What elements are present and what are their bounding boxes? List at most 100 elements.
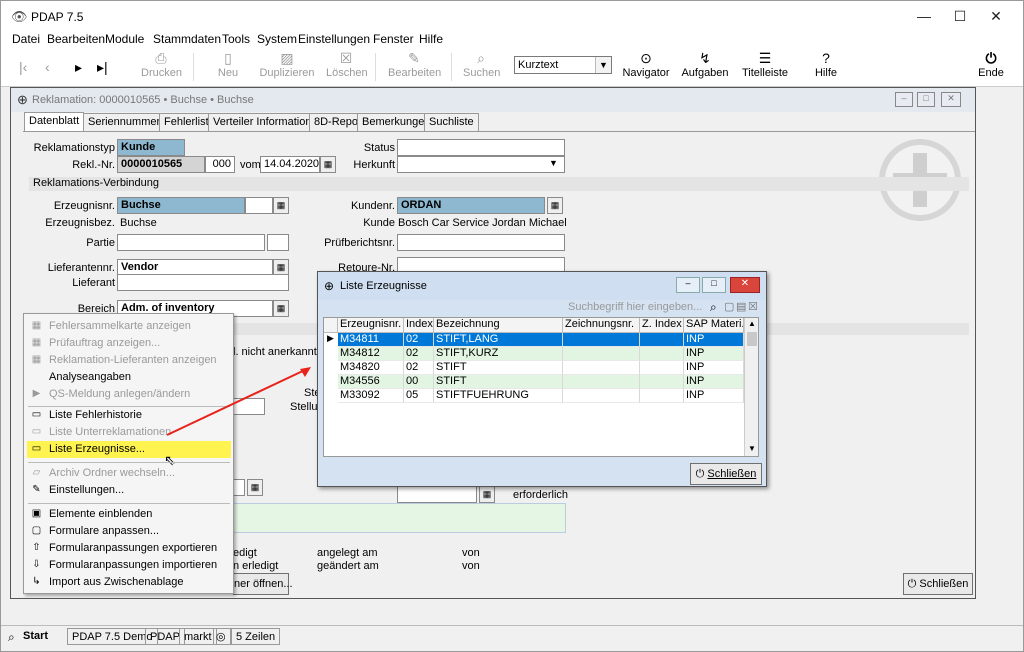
edit-button[interactable]: ✎ Bearbeiten bbox=[388, 49, 441, 79]
combo-lookup-icon[interactable]: ▦ bbox=[247, 479, 263, 496]
partie-extra-field[interactable] bbox=[267, 234, 289, 251]
menu-item-formulare-anpassen[interactable]: ▢ Formulare anpassen... bbox=[27, 523, 231, 540]
tab-datenblatt[interactable]: Datenblatt bbox=[24, 112, 85, 131]
col-z-index[interactable]: Z. Index bbox=[640, 318, 684, 333]
dialog-maximize-button[interactable]: □ bbox=[702, 277, 726, 293]
menu-item-import[interactable]: ⇩ Formularanpassungen importieren bbox=[27, 557, 231, 574]
first-record-button[interactable]: |‹ bbox=[19, 58, 27, 76]
minimize-button[interactable]: — bbox=[909, 5, 939, 27]
tab-suchliste[interactable]: Suchliste bbox=[424, 113, 479, 131]
kunde-lookup-icon[interactable]: ▦ bbox=[547, 197, 563, 214]
help-button[interactable]: ? Hilfe bbox=[813, 49, 839, 79]
exit-button[interactable]: ⏻ Ende bbox=[976, 49, 1006, 79]
menu-item-zwischenablage[interactable]: ↳ Import aus Zwischenablage bbox=[27, 574, 231, 591]
erzeugnisnr-index-field[interactable] bbox=[245, 197, 273, 214]
combo-field[interactable] bbox=[233, 479, 245, 496]
mdi-maximize-button[interactable]: □ bbox=[917, 92, 935, 107]
reklamationstyp-field[interactable]: Kunde bbox=[117, 139, 185, 156]
menu-item-archiv-ordner[interactable]: ▱ Archiv Ordner wechseln... bbox=[27, 465, 231, 482]
date-field[interactable]: 14.04.2020 bbox=[260, 156, 320, 173]
erzeugnis-lookup-icon[interactable]: ▦ bbox=[273, 197, 289, 214]
bottom-lookup-icon[interactable]: ▦ bbox=[479, 486, 495, 503]
start-button[interactable]: Start bbox=[23, 630, 48, 642]
duplicate-button[interactable]: ▨ Duplizieren bbox=[259, 49, 315, 79]
maximize-button[interactable]: ☐ bbox=[945, 5, 975, 27]
users-icon: ◎ bbox=[213, 628, 231, 645]
toolbar: |‹ ‹ ▸ ▸| ⎙ Drucken ▯ Neu ▨ Duplizieren ☒ Lö… bbox=[1, 47, 1023, 87]
current-row-indicator-icon: ▶ bbox=[327, 333, 334, 343]
copy-icon[interactable]: ▢ bbox=[724, 300, 734, 313]
col-erzeugnisnr[interactable]: Erzeugnisnr. bbox=[338, 318, 404, 333]
menu-tools[interactable]: Tools bbox=[222, 32, 250, 46]
reklnr-suffix-field[interactable]: 000 bbox=[205, 156, 235, 173]
scroll-down-icon[interactable]: ▼ bbox=[748, 444, 756, 453]
search-button[interactable]: ⌕ Suchen bbox=[463, 49, 500, 79]
table-row[interactable]: M33092 05 STIFTFUEHRUNG INP bbox=[338, 389, 744, 403]
table-row[interactable]: M34556 00 STIFT INP bbox=[338, 375, 744, 389]
bereich-lookup-icon[interactable]: ▦ bbox=[273, 300, 289, 317]
erzeugnisnr-field[interactable]: Buchse bbox=[117, 197, 245, 214]
dialog-close-action-button[interactable]: ⏻ Schließen bbox=[690, 463, 762, 485]
close-form-button[interactable]: ⏻ Schließen bbox=[903, 573, 973, 595]
status-rows: 5 Zeilen bbox=[231, 628, 281, 645]
menu-bearbeiten[interactable]: Bearbeiten bbox=[47, 32, 105, 46]
scroll-thumb[interactable] bbox=[747, 332, 757, 346]
last-record-button[interactable]: ▸| bbox=[97, 58, 108, 76]
scroll-up-icon[interactable]: ▲ bbox=[748, 319, 756, 328]
kundennr-field[interactable]: ORDAN bbox=[397, 197, 545, 214]
menu-datei[interactable]: Datei bbox=[12, 32, 40, 46]
menu-item-liste-erzeugnisse[interactable]: ▭ Liste Erzeugnisse... bbox=[27, 441, 231, 458]
menu-item-elemente-einblenden[interactable]: ▣ Elemente einblenden bbox=[27, 506, 231, 523]
open-folder-button[interactable]: ner öffnen... bbox=[233, 573, 293, 595]
menu-item-pruefauftrag[interactable]: ▦ Prüfauftrag anzeigen... bbox=[27, 335, 231, 352]
menu-system[interactable]: System bbox=[257, 32, 297, 46]
col-bezeichnung[interactable]: Bezeichnung bbox=[434, 318, 563, 333]
search-icon[interactable]: ⌕ bbox=[8, 630, 15, 645]
table-row[interactable]: M34812 02 STIFT,KURZ INP bbox=[338, 347, 744, 361]
dialog-minimize-button[interactable]: – bbox=[676, 277, 700, 293]
mdi-minimize-button[interactable]: – bbox=[895, 92, 913, 107]
col-zeichnungsnr[interactable]: Zeichnungsnr. bbox=[563, 318, 640, 333]
grid-scrollbar[interactable]: ▲ ▼ bbox=[744, 318, 758, 456]
search-mode-select[interactable]: Kurztext ▼ bbox=[514, 56, 612, 74]
menu-item-einstellungen[interactable]: ✎ Einstellungen... bbox=[27, 482, 231, 499]
tab-verteiler-information[interactable]: Verteiler Information bbox=[208, 113, 317, 131]
search-icon[interactable]: ⌕ bbox=[710, 300, 717, 315]
print-button[interactable]: ⎙ Drucken bbox=[141, 49, 182, 79]
col-index[interactable]: Index bbox=[404, 318, 434, 333]
menu-item-fehlersammelkarte[interactable]: ▦ Fehlersammelkarte anzeigen bbox=[27, 318, 231, 335]
calendar-icon[interactable]: ▦ bbox=[320, 156, 336, 173]
document-icon[interactable]: ▤ bbox=[736, 300, 746, 313]
col-sap-material[interactable]: SAP Materi... bbox=[684, 318, 744, 333]
status-field[interactable] bbox=[397, 139, 565, 156]
new-button[interactable]: ▯ Neu bbox=[215, 49, 241, 79]
reklnr-field[interactable]: 0000010565 bbox=[117, 156, 205, 173]
delete-button[interactable]: ☒ Löschen bbox=[326, 49, 368, 79]
next-record-button[interactable]: ▸ bbox=[75, 58, 82, 76]
dialog-close-button[interactable]: ✕ bbox=[730, 277, 760, 293]
menu-einstellungen[interactable]: Einstellungen bbox=[298, 32, 370, 46]
close-window-button[interactable]: ✕ bbox=[981, 5, 1011, 27]
dialog-search-input[interactable]: Suchbegriff hier eingeben... bbox=[568, 301, 703, 313]
menu-fenster[interactable]: Fenster bbox=[373, 32, 414, 46]
lieferant-field[interactable] bbox=[117, 274, 289, 291]
mdi-close-button[interactable]: ✕ bbox=[941, 92, 961, 107]
pruefbericht-field[interactable] bbox=[397, 234, 565, 251]
table-row[interactable]: M34820 02 STIFT INP bbox=[338, 361, 744, 375]
navigator-button[interactable]: ⊙ Navigator bbox=[620, 49, 672, 79]
trash-icon[interactable]: ☒ bbox=[748, 300, 758, 313]
herkunft-select[interactable] bbox=[397, 156, 565, 173]
menu-item-export[interactable]: ⇧ Formularanpassungen exportieren bbox=[27, 540, 231, 557]
tasks-button[interactable]: ↯ Aufgaben bbox=[681, 49, 729, 79]
frame-icon: ▢ bbox=[31, 525, 42, 536]
partie-field[interactable] bbox=[117, 234, 265, 251]
title-bar-button[interactable]: ☰ Titelleiste bbox=[742, 49, 788, 79]
cell-index: 00 bbox=[404, 375, 434, 389]
table-row[interactable]: M34811 02 STIFT,LANG INP bbox=[338, 333, 744, 347]
menu-stammdaten[interactable]: Stammdaten bbox=[153, 32, 221, 46]
bottom-field[interactable] bbox=[397, 486, 477, 503]
menu-hilfe[interactable]: Hilfe bbox=[419, 32, 443, 46]
prev-record-button[interactable]: ‹ bbox=[45, 58, 50, 76]
vom-label: vom bbox=[240, 159, 261, 171]
menu-module[interactable]: Module bbox=[105, 32, 144, 46]
